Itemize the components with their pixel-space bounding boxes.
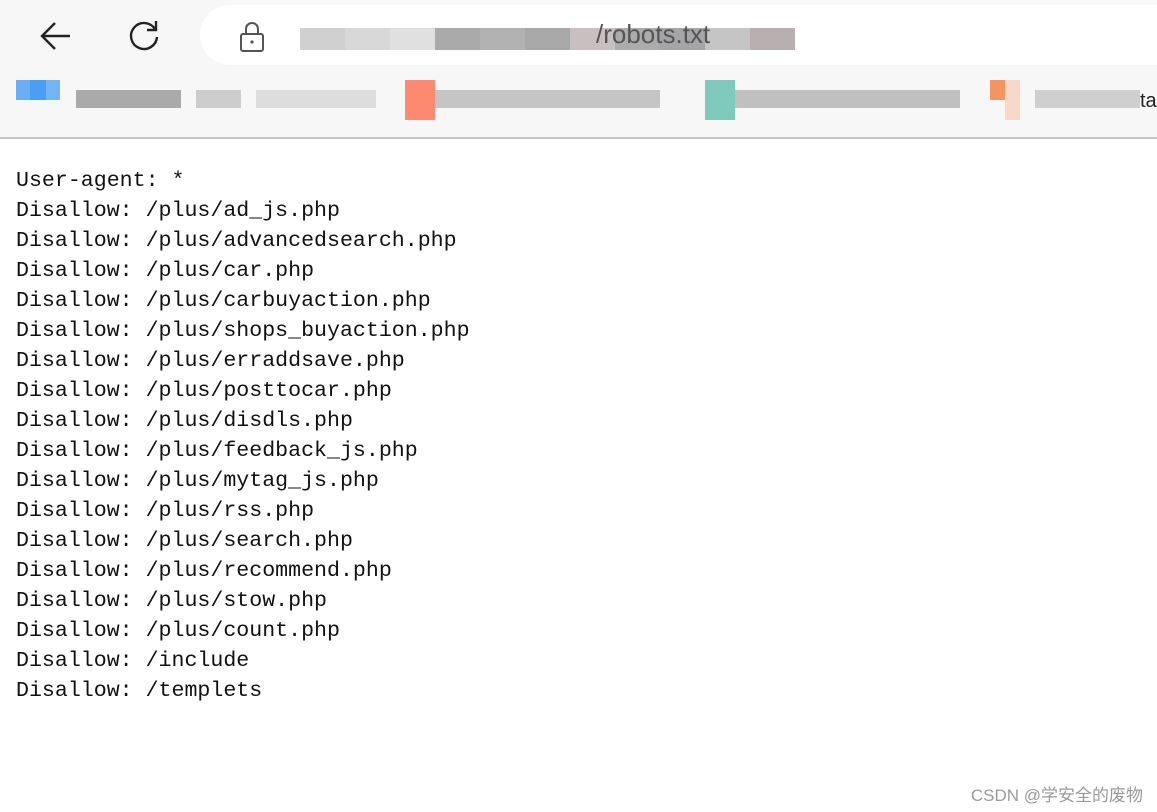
bookmark-2[interactable] <box>405 80 660 120</box>
reload-button[interactable] <box>122 14 166 58</box>
text-line: Disallow: /plus/shops_buyaction.php <box>16 319 470 343</box>
text-line: Disallow: /plus/ad_js.php <box>16 199 340 223</box>
text-line: Disallow: /include <box>16 649 250 673</box>
text-line: Disallow: /templets <box>16 679 263 703</box>
back-button[interactable] <box>34 14 78 58</box>
text-line: Disallow: /plus/erraddsave.php <box>16 349 405 373</box>
watermark: CSDN @学安全的废物 <box>970 786 1143 805</box>
robots-txt-content: User-agent: * Disallow: /plus/ad_js.php … <box>16 166 470 706</box>
bookmark-1[interactable] <box>16 80 376 120</box>
text-line: Disallow: /plus/feedback_js.php <box>16 439 418 463</box>
text-line: Disallow: /plus/carbuyaction.php <box>16 289 431 313</box>
lock-icon <box>240 22 264 52</box>
text-line: Disallow: /plus/car.php <box>16 259 315 283</box>
text-line: Disallow: /plus/mytag_js.php <box>16 469 379 493</box>
text-line: Disallow: /plus/rss.php <box>16 499 315 523</box>
text-line: User-agent: * <box>16 169 185 193</box>
url-blurred <box>300 28 795 50</box>
text-line: Disallow: /plus/count.php <box>16 619 340 643</box>
arrow-left-icon <box>40 22 70 50</box>
text-line: Disallow: /plus/disdls.php <box>16 409 353 433</box>
address-bar[interactable]: /robots.txt <box>200 5 1157 65</box>
text-line: Disallow: /plus/posttocar.php <box>16 379 392 403</box>
text-line: Disallow: /plus/stow.php <box>16 589 328 613</box>
bookmark-4[interactable]: ta <box>990 80 1157 120</box>
bookmark-text: ta <box>1140 90 1157 112</box>
text-line: Disallow: /plus/advancedsearch.php <box>16 229 457 253</box>
url-text: /robots.txt <box>596 19 711 49</box>
text-line: Disallow: /plus/search.php <box>16 529 353 553</box>
browser-toolbar: /robots.txt ta <box>0 0 1157 139</box>
text-line: Disallow: /plus/recommend.php <box>16 559 392 583</box>
reload-icon <box>129 21 159 51</box>
bookmark-3[interactable] <box>705 80 960 120</box>
